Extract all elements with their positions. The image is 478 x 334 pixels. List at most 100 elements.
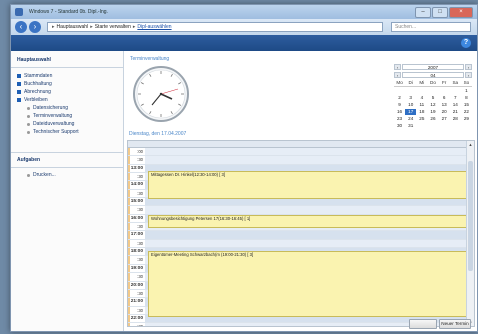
- calendar-day[interactable]: 2: [394, 95, 405, 101]
- sidebar-item-label: Verbleiben: [24, 97, 48, 103]
- prev-year-icon[interactable]: ‹: [394, 63, 401, 70]
- calendar-day[interactable]: 3: [405, 95, 416, 101]
- agenda-slot[interactable]: [145, 206, 466, 214]
- scroll-up-icon[interactable]: ▲: [467, 141, 474, 148]
- breadcrumb-item[interactable]: Hauptauswahl: [57, 24, 89, 30]
- section-title: Terminverwaltung: [130, 56, 170, 62]
- calendar-day[interactable]: 20: [439, 109, 450, 115]
- calendar-weekday: Di: [405, 80, 417, 87]
- agenda-time-label: :30: [137, 224, 143, 230]
- calendar-day[interactable]: 11: [416, 102, 427, 108]
- calendar-day[interactable]: 14: [450, 102, 461, 108]
- calendar-day[interactable]: 9: [394, 102, 405, 108]
- calendar-day[interactable]: 8: [461, 95, 472, 101]
- help-icon[interactable]: ?: [461, 38, 471, 48]
- minimize-button[interactable]: –: [415, 7, 431, 18]
- new-appointment-button[interactable]: Neuer Termin: [439, 319, 471, 329]
- search-input[interactable]: Suchen...: [391, 22, 471, 32]
- appointment-event[interactable]: Eigentümer-Meeting Schwarzbach(m (19:00-…: [148, 251, 470, 317]
- breadcrumb-item[interactable]: Starte verwalten: [95, 24, 131, 30]
- sidebar-subitem-terminverwaltung[interactable]: Terminverwaltung: [11, 112, 123, 120]
- agenda-slot[interactable]: [145, 239, 466, 248]
- agenda-time-label: :30: [137, 207, 143, 213]
- calendar-day[interactable]: 21: [450, 109, 461, 115]
- calendar-day[interactable]: 7: [450, 95, 461, 101]
- forward-button[interactable]: ›: [29, 21, 41, 33]
- calendar-day[interactable]: 23: [394, 116, 405, 122]
- menu-bar: ?: [11, 35, 477, 51]
- calendar-day[interactable]: 25: [416, 116, 427, 122]
- breadcrumb-item-current[interactable]: Dipl-auswählen: [137, 24, 171, 30]
- agenda-row[interactable]: 17:00: [128, 231, 466, 240]
- appointment-event[interactable]: Wohnungsbesichtigung Petersen 17(16:30-1…: [148, 214, 470, 229]
- calendar-day[interactable]: 27: [439, 116, 450, 122]
- agenda-slot[interactable]: [145, 198, 466, 206]
- agenda-scrollbar[interactable]: ▲ ▼: [466, 141, 474, 326]
- calendar-day[interactable]: 6: [439, 95, 450, 101]
- task-label: Drucken...: [33, 172, 56, 178]
- calendar-day[interactable]: 18: [416, 109, 427, 115]
- scroll-thumb[interactable]: [468, 161, 473, 271]
- agenda-row[interactable]: :30: [128, 239, 466, 249]
- agenda-slot[interactable]: [145, 156, 466, 164]
- sidebar-item-stammdaten[interactable]: Stammdaten: [11, 72, 123, 80]
- sidebar-subitem-datensicherung[interactable]: Datensicherung: [11, 104, 123, 112]
- sidebar-item-buchhaltung[interactable]: Buchhaltung: [11, 80, 123, 88]
- calendar-day[interactable]: 1: [461, 88, 472, 94]
- folder-icon: [17, 98, 21, 102]
- next-year-icon[interactable]: ›: [465, 63, 472, 70]
- calendar-empty-cell: [427, 88, 438, 94]
- calendar-day[interactable]: 24: [405, 116, 416, 122]
- calendar-day[interactable]: 5: [427, 95, 438, 101]
- breadcrumb-arrow-icon: ▸: [52, 24, 55, 30]
- prev-month-icon[interactable]: ‹: [394, 71, 401, 78]
- calendar-day[interactable]: 19: [427, 109, 438, 115]
- calendar-day[interactable]: 15: [461, 102, 472, 108]
- calendar-day[interactable]: 31: [405, 123, 416, 129]
- folder-icon: [17, 74, 21, 78]
- app-icon: [15, 8, 23, 16]
- calendar-day[interactable]: 16: [394, 109, 405, 115]
- calendar-grid: Mo Di Mi Do Fr Sa So 1 2 3 4 5 6 7 8 9 10 11 12 13 14 15 16 17 1…: [394, 80, 472, 129]
- calendar-month-nav: ‹ 04 ›: [394, 71, 472, 78]
- back-button[interactable]: ‹: [15, 21, 27, 33]
- sidebar-item-verbleiben[interactable]: Verbleiben: [11, 96, 123, 104]
- calendar-day[interactable]: 29: [461, 116, 472, 122]
- calendar-year: 2007: [402, 63, 464, 70]
- calendar-day[interactable]: 17: [405, 109, 417, 115]
- task-print[interactable]: Drucken...: [11, 171, 123, 179]
- folder-icon: [17, 82, 21, 86]
- agenda-row[interactable]: :00: [128, 148, 466, 157]
- secondary-button[interactable]: [409, 319, 437, 329]
- agenda-time-label: 17:00: [130, 232, 143, 238]
- agenda-row[interactable]: :30: [128, 206, 466, 215]
- agenda-slot[interactable]: [145, 231, 466, 239]
- next-month-icon[interactable]: ›: [465, 71, 472, 78]
- agenda-time-label: :30: [137, 257, 143, 263]
- breadcrumb[interactable]: ▸ Hauptauswahl ▸ Starte verwalten ▸ Dipl…: [47, 22, 383, 32]
- calendar-day[interactable]: 10: [405, 102, 416, 108]
- maximize-button[interactable]: □: [432, 7, 448, 18]
- sidebar-subitem-support[interactable]: Technischer Support: [11, 128, 123, 136]
- calendar-day[interactable]: 30: [394, 123, 405, 129]
- appointment-event[interactable]: Mittagessen Dr. Hinkel(12:30-14:00) [ 3]: [148, 170, 470, 199]
- close-button[interactable]: ×: [449, 7, 473, 18]
- calendar-day[interactable]: 28: [450, 116, 461, 122]
- sidebar-item-abrechnung[interactable]: Abrechnung: [11, 88, 123, 96]
- agenda-time-label: 22:00: [130, 315, 143, 321]
- calendar-weekday: So: [460, 80, 472, 87]
- breadcrumb-arrow-icon: ▸: [90, 24, 93, 30]
- calendar-day[interactable]: 4: [416, 95, 427, 101]
- calendar-empty-cell: [394, 88, 405, 94]
- calendar-day[interactable]: 26: [427, 116, 438, 122]
- sidebar-subitem-dateiverwaltung[interactable]: Dateiduverwaltung: [11, 120, 123, 128]
- agenda-slot[interactable]: [145, 148, 466, 156]
- calendar-month: 04: [402, 71, 464, 78]
- agenda-row[interactable]: 15:00: [128, 198, 466, 207]
- calendar-empty-cell: [416, 123, 427, 129]
- calendar-day[interactable]: 13: [439, 102, 450, 108]
- agenda-time-label: :30: [137, 190, 143, 196]
- agenda-row[interactable]: :30: [128, 156, 466, 165]
- calendar-day[interactable]: 12: [427, 102, 438, 108]
- calendar-day[interactable]: 22: [461, 109, 472, 115]
